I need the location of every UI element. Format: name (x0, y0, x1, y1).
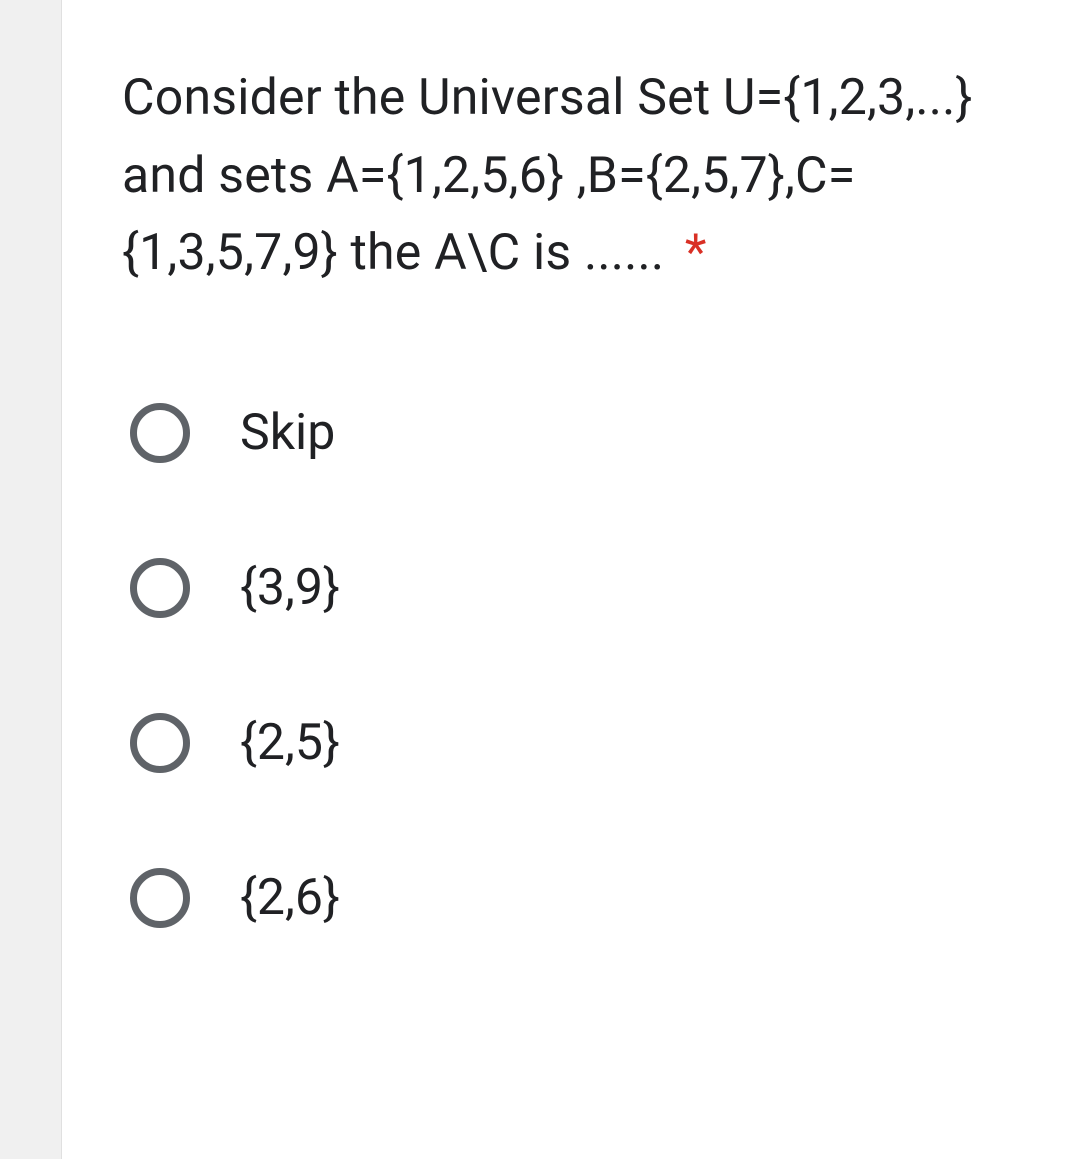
radio-icon (130, 868, 190, 928)
required-star: * (685, 224, 707, 282)
option-label: {2,6} (240, 869, 340, 927)
radio-icon (130, 713, 190, 773)
question-text: Consider the Universal Set U={1,2,3,...}… (122, 60, 1050, 293)
option-3-9[interactable]: {3,9} (130, 558, 1050, 618)
question-body: Consider the Universal Set U={1,2,3,...}… (122, 69, 973, 282)
left-margin (0, 0, 62, 1159)
option-label: Skip (240, 404, 335, 462)
option-skip[interactable]: Skip (130, 403, 1050, 463)
radio-icon (130, 558, 190, 618)
question-card: Consider the Universal Set U={1,2,3,...}… (62, 0, 1080, 988)
option-label: {2,5} (240, 714, 340, 772)
option-label: {3,9} (240, 559, 340, 617)
option-2-5[interactable]: {2,5} (130, 713, 1050, 773)
options-group: Skip {3,9} {2,5} {2,6} (122, 403, 1050, 928)
radio-icon (130, 403, 190, 463)
option-2-6[interactable]: {2,6} (130, 868, 1050, 928)
